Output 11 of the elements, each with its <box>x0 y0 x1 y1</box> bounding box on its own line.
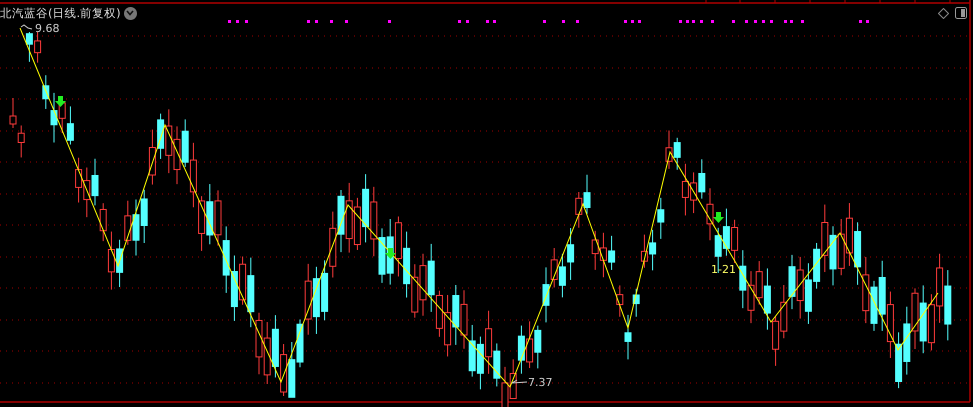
leader-line <box>512 380 528 384</box>
panel-toggle-icon[interactable] <box>955 7 967 19</box>
down-arrow-icon <box>55 96 66 107</box>
down-arrow-icon <box>385 248 396 259</box>
low-price-label: 7.37 <box>528 376 552 389</box>
high-price-label: 9.68 <box>35 22 60 35</box>
chart-title: 北汽蓝谷(日线.前复权) <box>0 5 121 22</box>
leader-line <box>20 24 32 30</box>
down-arrow-icon <box>713 212 724 223</box>
diamond-icon[interactable] <box>938 8 949 19</box>
dropdown-icon[interactable] <box>124 6 137 20</box>
